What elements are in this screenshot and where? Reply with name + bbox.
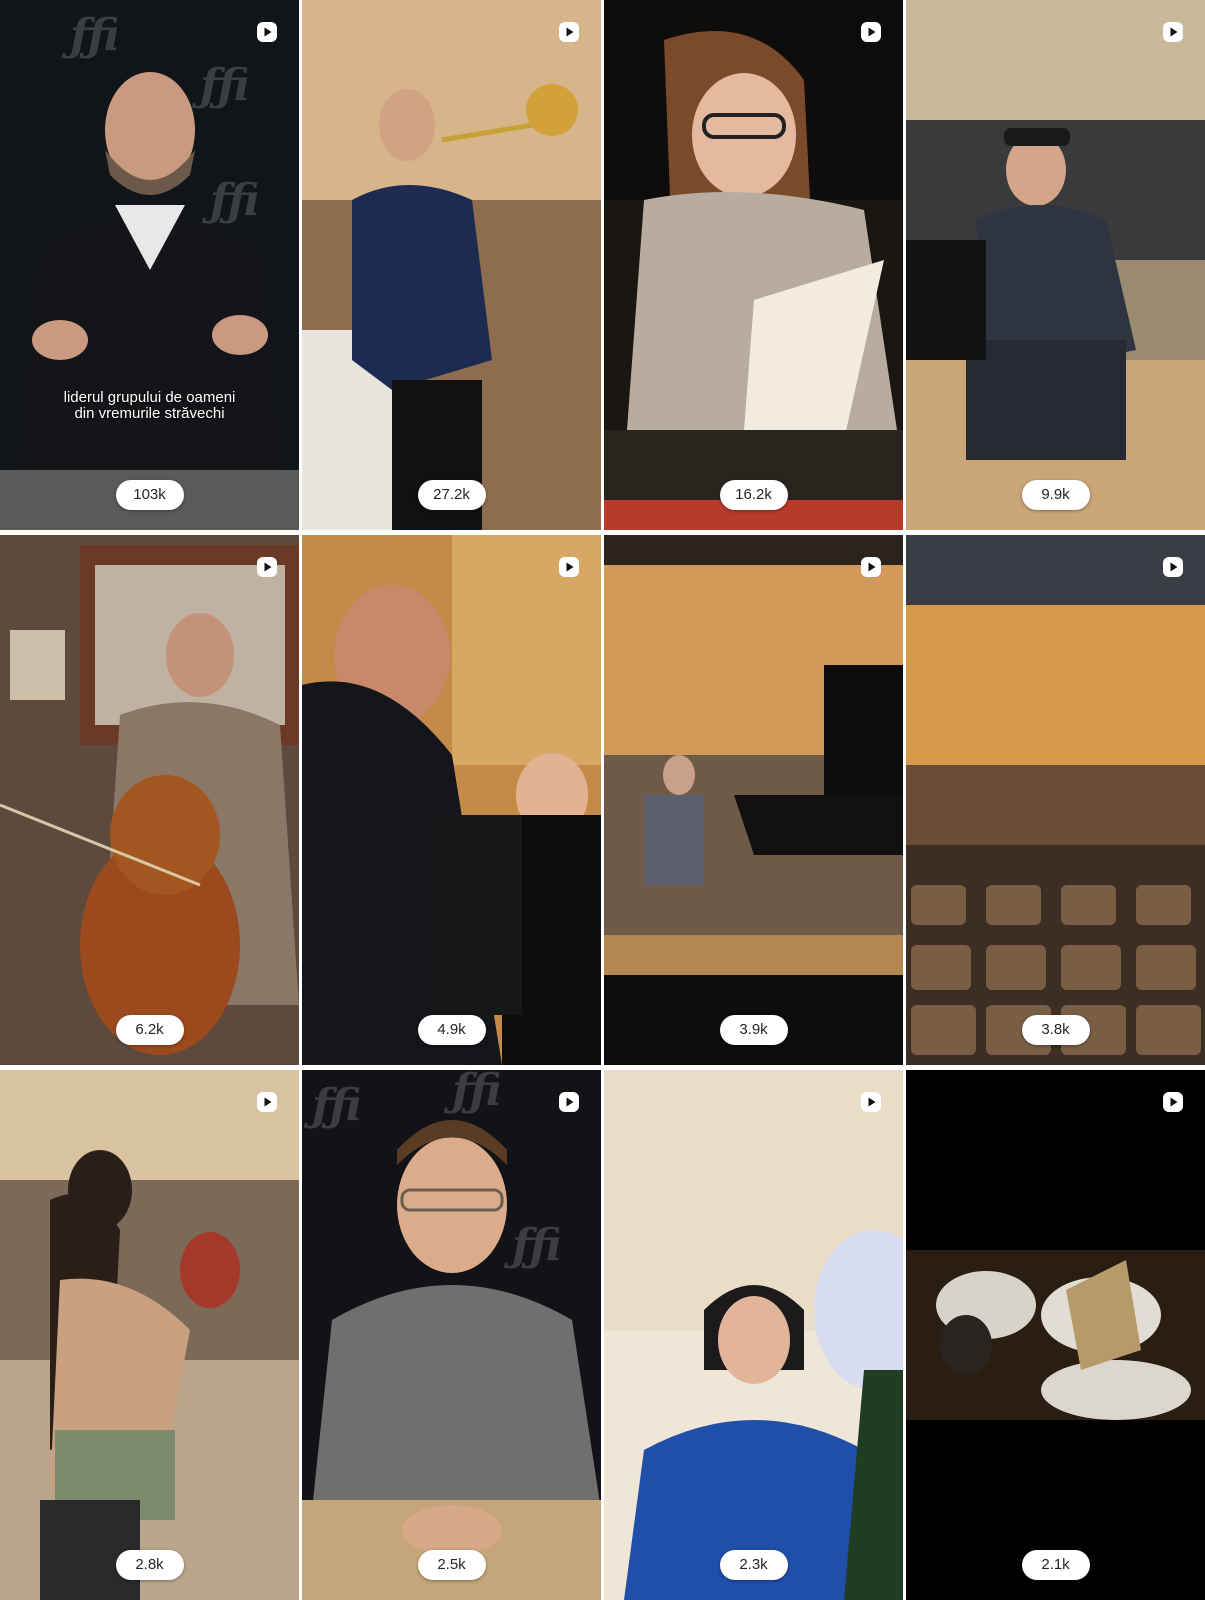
view-count-badge: 9.9k: [1021, 480, 1090, 510]
view-count-badge: 3.9k: [719, 1015, 788, 1045]
view-count-badge: 6.2k: [115, 1015, 184, 1045]
reel-tile[interactable]: 6.2k: [0, 535, 299, 1065]
reel-thumbnail: [906, 535, 1205, 1065]
reel-thumbnail: [604, 1070, 903, 1600]
reel-icon: [1163, 557, 1183, 577]
reel-icon: [559, 557, 579, 577]
view-count-badge: 27.2k: [417, 480, 486, 510]
reel-icon: [257, 557, 277, 577]
reel-icon: [861, 557, 881, 577]
reel-icon: [257, 1092, 277, 1112]
reel-thumbnail: [604, 0, 903, 530]
reel-tile[interactable]: 2.3k: [604, 1070, 903, 1600]
view-count-badge: 3.8k: [1021, 1015, 1090, 1045]
view-count-badge: 2.1k: [1021, 1550, 1090, 1580]
caption-line: din vremurile străvechi: [74, 405, 225, 422]
view-count-badge: 2.5k: [417, 1550, 486, 1580]
reel-icon: [257, 22, 277, 42]
view-count-badge: 4.9k: [417, 1015, 486, 1045]
reel-tile[interactable]: 16.2k: [604, 0, 903, 530]
reel-tile[interactable]: 3.8k: [906, 535, 1205, 1065]
watermark-logo: ƒƒi: [200, 60, 249, 111]
reel-caption: liderul grupului de oameni din vremurile…: [0, 390, 299, 422]
watermark-logo: ƒƒi: [70, 10, 119, 61]
reel-icon: [861, 1092, 881, 1112]
view-count-badge: 16.2k: [719, 480, 788, 510]
watermark-logo: ƒƒi: [512, 1220, 561, 1271]
reel-thumbnail: [0, 0, 299, 530]
caption-line: liderul grupului de oameni: [63, 389, 236, 406]
reel-icon: [1163, 1092, 1183, 1112]
reel-thumbnail: [0, 535, 299, 1065]
reel-icon: [559, 22, 579, 42]
reel-tile[interactable]: 9.9k: [906, 0, 1205, 530]
reel-tile[interactable]: 2.8k: [0, 1070, 299, 1600]
reel-tile[interactable]: 3.9k: [604, 535, 903, 1065]
reel-thumbnail: [906, 0, 1205, 530]
reel-icon: [1163, 22, 1183, 42]
reel-tile[interactable]: 4.9k: [302, 535, 601, 1065]
view-count-badge: 103k: [115, 480, 184, 510]
reel-thumbnail: [906, 1070, 1205, 1600]
reel-thumbnail: [302, 1070, 601, 1600]
reel-tile[interactable]: 27.2k: [302, 0, 601, 530]
reel-icon: [559, 1092, 579, 1112]
reel-tile[interactable]: ƒƒi ƒƒi ƒƒi 2.5k: [302, 1070, 601, 1600]
view-count-badge: 2.3k: [719, 1550, 788, 1580]
reel-tile[interactable]: ƒƒi ƒƒi ƒƒi liderul grupului de oameni d…: [0, 0, 299, 530]
watermark-logo: ƒƒi: [210, 175, 259, 226]
reel-thumbnail: [0, 1070, 299, 1600]
watermark-logo: ƒƒi: [452, 1070, 501, 1116]
reel-tile[interactable]: 2.1k: [906, 1070, 1205, 1600]
watermark-logo: ƒƒi: [312, 1080, 361, 1131]
reel-icon: [861, 22, 881, 42]
reel-thumbnail: [302, 535, 601, 1065]
reel-thumbnail: [604, 535, 903, 1065]
reels-grid: ƒƒi ƒƒi ƒƒi liderul grupului de oameni d…: [0, 0, 1205, 1600]
reel-thumbnail: [302, 0, 601, 530]
view-count-badge: 2.8k: [115, 1550, 184, 1580]
